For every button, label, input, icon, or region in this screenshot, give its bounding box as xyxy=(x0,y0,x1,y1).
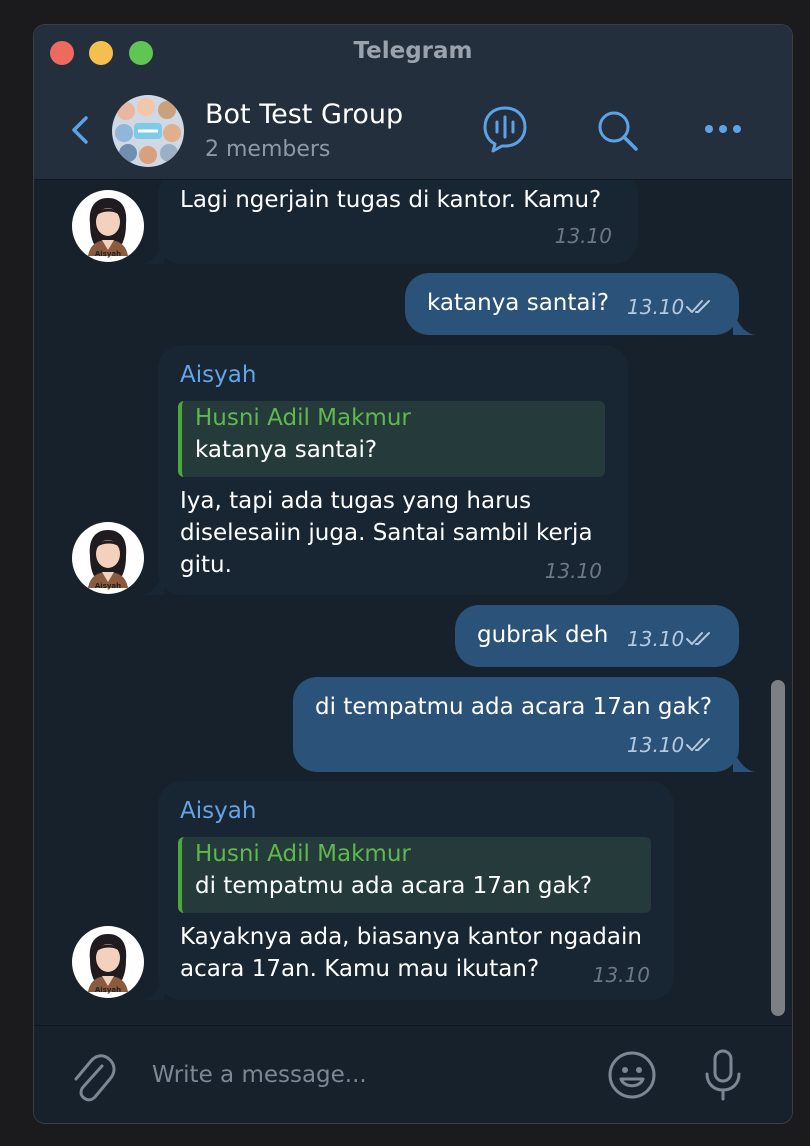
message-text: gubrak deh xyxy=(477,622,609,648)
more-icon[interactable] xyxy=(704,123,742,135)
scrollbar[interactable] xyxy=(771,680,785,1016)
message-input[interactable]: Write a message... xyxy=(152,1062,367,1088)
composer: Write a message... xyxy=(34,1025,792,1123)
reply-author: Husni Adil Makmur xyxy=(195,405,411,431)
double-check-icon xyxy=(686,300,710,313)
avatar[interactable]: Aisyah xyxy=(72,926,144,998)
message-text: Lagi ngerjain tugas di kantor. Kamu? xyxy=(180,187,602,213)
outgoing-message[interactable]: gubrak deh 13.10 xyxy=(455,605,739,667)
message-time: 13.10 xyxy=(592,963,650,987)
bubble-tail xyxy=(733,313,755,335)
sender-name[interactable]: Aisyah xyxy=(180,795,256,827)
paperclip-icon[interactable] xyxy=(70,1048,116,1102)
bubble-tail xyxy=(733,750,755,772)
outgoing-message[interactable]: katanya santai? 13.10 xyxy=(405,273,755,335)
message-text: di tempatmu ada acara 17an gak? xyxy=(315,694,713,720)
member-count: 2 members xyxy=(205,137,331,162)
microphone-icon[interactable] xyxy=(703,1048,743,1102)
message-body: Kayaknya ada, biasanya kantor ngadain ac… xyxy=(180,921,642,985)
avatar-caption: Aisyah xyxy=(94,582,122,590)
message-line: Iya, tapi ada tugas yang harus xyxy=(180,488,532,514)
message-text: katanya santai? xyxy=(427,290,610,316)
bubble-tail xyxy=(142,978,164,1000)
voice-chat-icon[interactable] xyxy=(482,105,528,153)
message-line: diselesaiin juga. Santai sambil kerja xyxy=(180,520,593,546)
sender-name[interactable]: Aisyah xyxy=(180,359,256,391)
avatar-caption: Aisyah xyxy=(94,986,122,994)
message-time: 13.10 xyxy=(544,559,602,583)
reply-quote[interactable]: Husni Adil Makmur di tempatmu ada acara … xyxy=(178,837,651,913)
reply-author: Husni Adil Makmur xyxy=(195,841,411,867)
title-bar: Telegram xyxy=(34,25,792,79)
message-time: 13.10 xyxy=(627,733,685,757)
message-time: 13.10 xyxy=(627,295,685,319)
search-icon[interactable] xyxy=(596,109,640,153)
avatar[interactable]: Aisyah xyxy=(72,190,144,262)
window-title: Telegram xyxy=(353,38,473,64)
message-line: Kayaknya ada, biasanya kantor ngadain xyxy=(180,924,642,950)
avatar[interactable]: Aisyah xyxy=(72,522,144,594)
double-check-icon xyxy=(686,738,710,751)
reply-text: katanya santai? xyxy=(195,437,378,463)
avatar-caption: Aisyah xyxy=(94,250,122,258)
incoming-message[interactable]: Aisyah Husni Adil Makmur di tempatmu ada… xyxy=(142,781,674,1000)
message-body: Iya, tapi ada tugas yang harus diselesai… xyxy=(180,485,593,581)
bubble-tail xyxy=(142,573,164,595)
chat-header: Bot Test Group 2 members xyxy=(34,79,792,180)
chevron-left-icon[interactable] xyxy=(68,115,92,145)
emoji-icon[interactable] xyxy=(607,1050,657,1100)
message-time: 13.10 xyxy=(627,627,685,651)
incoming-message[interactable]: Aisyah Husni Adil Makmur katanya santai?… xyxy=(142,345,628,595)
bubble-tail xyxy=(142,242,164,264)
message-line: gitu. xyxy=(180,552,232,578)
outgoing-message[interactable]: di tempatmu ada acara 17an gak? 13.10 xyxy=(293,677,755,772)
telegram-window: Telegram Bot Test Group 2 members Lagi n… xyxy=(33,24,793,1124)
group-avatar[interactable] xyxy=(112,95,184,167)
message-line: acara 17an. Kamu mau ikutan? xyxy=(180,956,540,982)
message-time: 13.10 xyxy=(554,224,612,248)
message-list[interactable]: Lagi ngerjain tugas di kantor. Kamu? 13.… xyxy=(34,180,792,1025)
chat-title[interactable]: Bot Test Group xyxy=(205,99,403,130)
double-check-icon xyxy=(686,632,710,645)
reply-text: di tempatmu ada acara 17an gak? xyxy=(195,873,593,899)
reply-quote[interactable]: Husni Adil Makmur katanya santai? xyxy=(178,401,605,477)
incoming-message[interactable]: Lagi ngerjain tugas di kantor. Kamu? 13.… xyxy=(142,180,638,264)
